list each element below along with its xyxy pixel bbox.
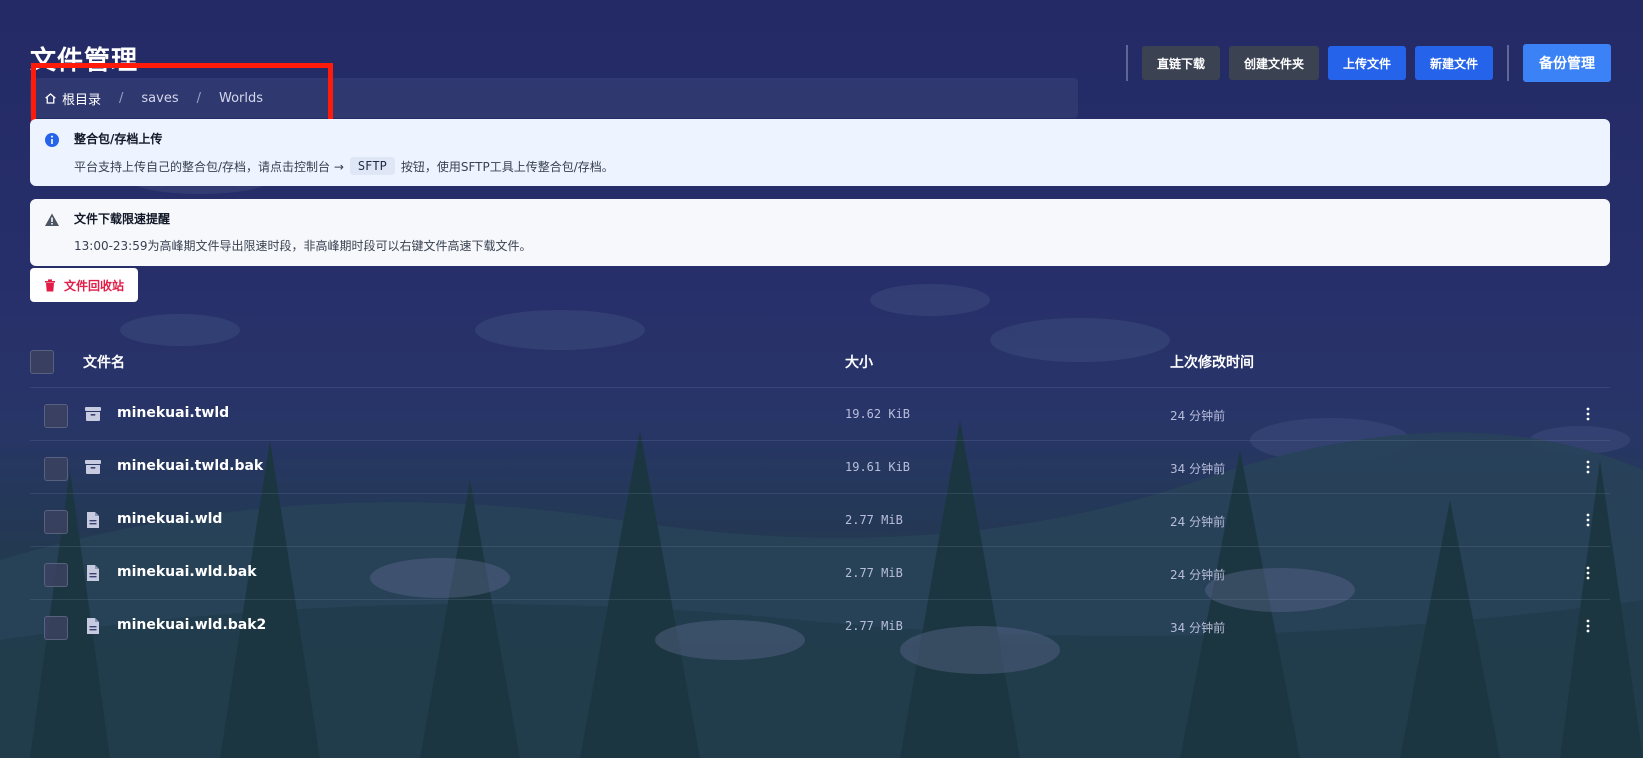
create-folder-button[interactable]: 创建文件夹 [1228,46,1319,80]
table-row[interactable]: minekuai.twld 19.62 KiB 24 分钟前 [30,388,1610,441]
row-checkbox[interactable] [44,457,68,481]
header-modified[interactable]: 上次修改时间 [1170,352,1254,372]
upload-info-alert: 整合包/存档上传 平台支持上传自己的整合包/存档，请点击控制台 → SFTP 按… [30,119,1610,186]
table-row[interactable]: minekuai.wld.bak 2.77 MiB 24 分钟前 [30,547,1610,600]
file-name[interactable]: minekuai.twld [117,405,229,421]
archive-icon [85,407,101,421]
file-size: 2.77 MiB [845,513,903,527]
more-vertical-icon [1586,566,1590,580]
file-size: 19.62 KiB [845,407,911,421]
row-checkbox[interactable] [44,616,68,640]
more-menu-button[interactable] [1578,457,1598,477]
sftp-badge: SFTP [349,157,395,175]
file-table: 文件名 大小 上次修改时间 minekuai.twld 19.62 KiB 24… [30,340,1610,653]
file-icon [87,565,99,581]
more-menu-button[interactable] [1578,563,1598,583]
more-vertical-icon [1586,460,1590,474]
table-row[interactable]: minekuai.wld.bak2 2.77 MiB 34 分钟前 [30,600,1610,653]
more-vertical-icon [1586,513,1590,527]
toolbar: 直链下载 创建文件夹 上传文件 新建文件 备份管理 [1125,44,1611,82]
archive-icon [85,460,101,474]
table-row[interactable]: minekuai.twld.bak 19.61 KiB 34 分钟前 [30,441,1610,494]
download-limit-alert: 文件下载限速提醒 13:00-23:59为高峰期文件导出限速时段，非高峰期时段可… [30,199,1610,266]
file-icon [87,618,99,634]
info-icon [45,133,59,147]
file-name[interactable]: minekuai.twld.bak [117,458,263,474]
file-modified: 24 分钟前 [1170,515,1226,529]
direct-download-button[interactable]: 直链下载 [1141,46,1220,80]
row-checkbox[interactable] [44,563,68,587]
alert-title: 整合包/存档上传 [74,132,163,146]
file-size: 2.77 MiB [845,566,903,580]
highlight-box [31,63,333,125]
more-menu-button[interactable] [1578,616,1598,636]
select-all-checkbox[interactable] [30,350,54,374]
alert-text-before: 平台支持上传自己的整合包/存档，请点击控制台 → [74,159,344,174]
more-menu-button[interactable] [1578,510,1598,530]
file-name[interactable]: minekuai.wld [117,511,222,527]
header-size[interactable]: 大小 [845,352,873,372]
file-modified: 24 分钟前 [1170,409,1226,423]
row-checkbox[interactable] [44,404,68,428]
file-modified: 24 分钟前 [1170,568,1226,582]
toolbar-separator [1507,45,1509,81]
alert-text: 13:00-23:59为高峰期文件导出限速时段，非高峰期时段可以右键文件高速下载… [74,239,532,253]
alert-text-after: 按钮，使用SFTP工具上传整合包/存档。 [400,159,614,174]
table-header: 文件名 大小 上次修改时间 [30,340,1610,388]
file-size: 19.61 KiB [845,460,911,474]
alert-title: 文件下载限速提醒 [74,212,171,226]
alert-text: 平台支持上传自己的整合包/存档，请点击控制台 → SFTP 按钮，使用SFTP工… [74,157,1596,175]
recycle-bin-button[interactable]: 文件回收站 [30,268,139,302]
file-modified: 34 分钟前 [1170,621,1226,635]
upload-file-button[interactable]: 上传文件 [1327,46,1406,80]
warning-icon [45,213,59,226]
row-checkbox[interactable] [44,510,68,534]
more-vertical-icon [1586,407,1590,421]
more-menu-button[interactable] [1578,404,1598,424]
backup-manage-button[interactable]: 备份管理 [1523,44,1611,82]
file-modified: 34 分钟前 [1170,462,1226,476]
trash-icon [45,278,55,291]
file-icon [87,512,99,528]
file-size: 2.77 MiB [845,619,903,633]
toolbar-separator [1125,45,1128,81]
header-name[interactable]: 文件名 [83,352,125,372]
table-row[interactable]: minekuai.wld 2.77 MiB 24 分钟前 [30,494,1610,547]
recycle-bin-label: 文件回收站 [64,278,125,293]
more-vertical-icon [1586,619,1590,633]
file-name[interactable]: minekuai.wld.bak2 [117,617,266,633]
file-manager: 文件管理 根目录 / saves / Worlds 直链下载 创建文件夹 上传文… [0,0,1643,758]
new-file-button[interactable]: 新建文件 [1414,46,1493,80]
file-name[interactable]: minekuai.wld.bak [117,564,257,580]
